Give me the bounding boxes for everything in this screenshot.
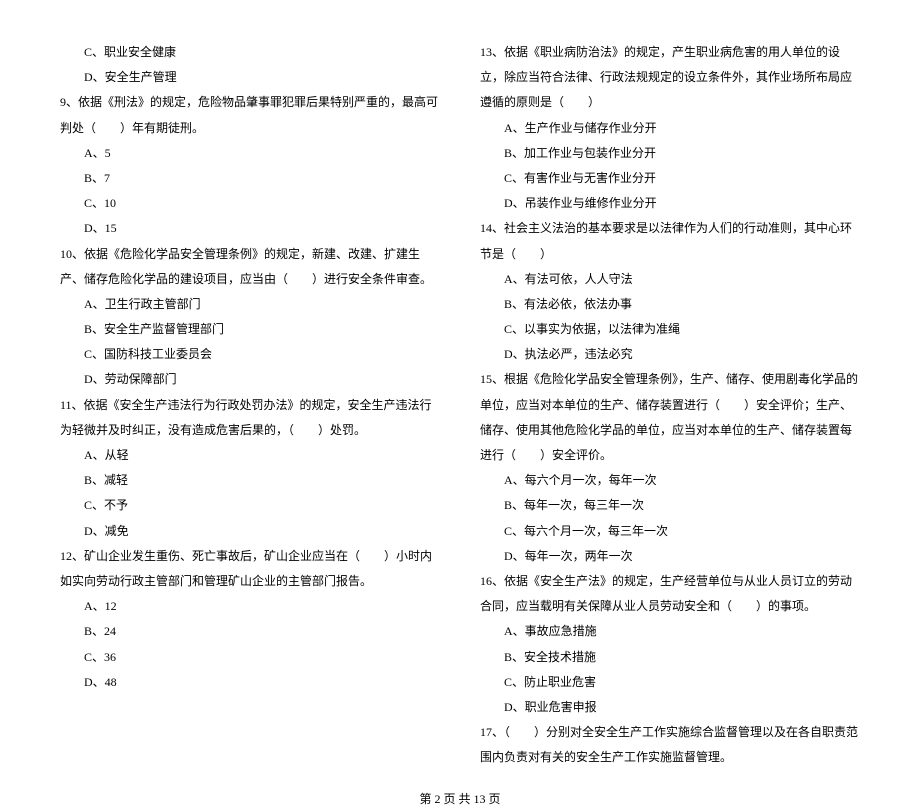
q15-option-a: A、每六个月一次，每年一次 <box>504 468 860 493</box>
q13-option-d: D、吊装作业与维修作业分开 <box>504 191 860 216</box>
q16-option-c: C、防止职业危害 <box>504 670 860 695</box>
q15-option-b: B、每年一次，每三年一次 <box>504 493 860 518</box>
q13-option-a: A、生产作业与储存作业分开 <box>504 116 860 141</box>
q11-option-c: C、不予 <box>84 493 440 518</box>
q12-option-c: C、36 <box>84 645 440 670</box>
q14-option-d: D、执法必严，违法必究 <box>504 342 860 367</box>
q10-text: 10、依据《危险化学品安全管理条例》的规定，新建、改建、扩建生产、储存危险化学品… <box>60 242 440 292</box>
q9-option-b: B、7 <box>84 166 440 191</box>
content-columns: C、职业安全健康 D、安全生产管理 9、依据《刑法》的规定，危险物品肇事罪犯罪后… <box>60 40 860 770</box>
q8-option-d: D、安全生产管理 <box>84 65 440 90</box>
q10-option-c: C、国防科技工业委员会 <box>84 342 440 367</box>
q8-option-c: C、职业安全健康 <box>84 40 440 65</box>
q15-text: 15、根据《危险化学品安全管理条例》，生产、储存、使用剧毒化学品的单位，应当对本… <box>480 367 860 468</box>
q15-option-c: C、每六个月一次，每三年一次 <box>504 519 860 544</box>
q9-text: 9、依据《刑法》的规定，危险物品肇事罪犯罪后果特别严重的，最高可判处（ ）年有期… <box>60 90 440 140</box>
q10-option-a: A、卫生行政主管部门 <box>84 292 440 317</box>
q16-option-a: A、事故应急措施 <box>504 619 860 644</box>
q12-option-b: B、24 <box>84 619 440 644</box>
q15-option-d: D、每年一次，两年一次 <box>504 544 860 569</box>
q11-option-b: B、减轻 <box>84 468 440 493</box>
q14-option-b: B、有法必依，依法办事 <box>504 292 860 317</box>
q9-option-a: A、5 <box>84 141 440 166</box>
q11-text: 11、依据《安全生产违法行为行政处罚办法》的规定，安全生产违法行为轻微并及时纠正… <box>60 393 440 443</box>
q16-option-d: D、职业危害申报 <box>504 695 860 720</box>
q11-option-a: A、从轻 <box>84 443 440 468</box>
q10-option-d: D、劳动保障部门 <box>84 367 440 392</box>
q13-option-c: C、有害作业与无害作业分开 <box>504 166 860 191</box>
q9-option-c: C、10 <box>84 191 440 216</box>
page-footer: 第 2 页 共 13 页 <box>60 790 860 807</box>
q13-text: 13、依据《职业病防治法》的规定，产生职业病危害的用人单位的设立，除应当符合法律… <box>480 40 860 116</box>
q11-option-d: D、减免 <box>84 519 440 544</box>
q16-option-b: B、安全技术措施 <box>504 645 860 670</box>
q14-option-a: A、有法可依，人人守法 <box>504 267 860 292</box>
q9-option-d: D、15 <box>84 216 440 241</box>
q14-text: 14、社会主义法治的基本要求是以法律作为人们的行动准则，其中心环节是（ ） <box>480 216 860 266</box>
left-column: C、职业安全健康 D、安全生产管理 9、依据《刑法》的规定，危险物品肇事罪犯罪后… <box>60 40 440 770</box>
right-column: 13、依据《职业病防治法》的规定，产生职业病危害的用人单位的设立，除应当符合法律… <box>480 40 860 770</box>
q12-option-d: D、48 <box>84 670 440 695</box>
q10-option-b: B、安全生产监督管理部门 <box>84 317 440 342</box>
q12-option-a: A、12 <box>84 594 440 619</box>
q14-option-c: C、以事实为依据，以法律为准绳 <box>504 317 860 342</box>
q13-option-b: B、加工作业与包装作业分开 <box>504 141 860 166</box>
q12-text: 12、矿山企业发生重伤、死亡事故后，矿山企业应当在（ ）小时内如实向劳动行政主管… <box>60 544 440 594</box>
q17-text: 17、（ ）分别对全安全生产工作实施综合监督管理以及在各自职责范围内负责对有关的… <box>480 720 860 770</box>
q16-text: 16、依据《安全生产法》的规定，生产经营单位与从业人员订立的劳动合同，应当载明有… <box>480 569 860 619</box>
